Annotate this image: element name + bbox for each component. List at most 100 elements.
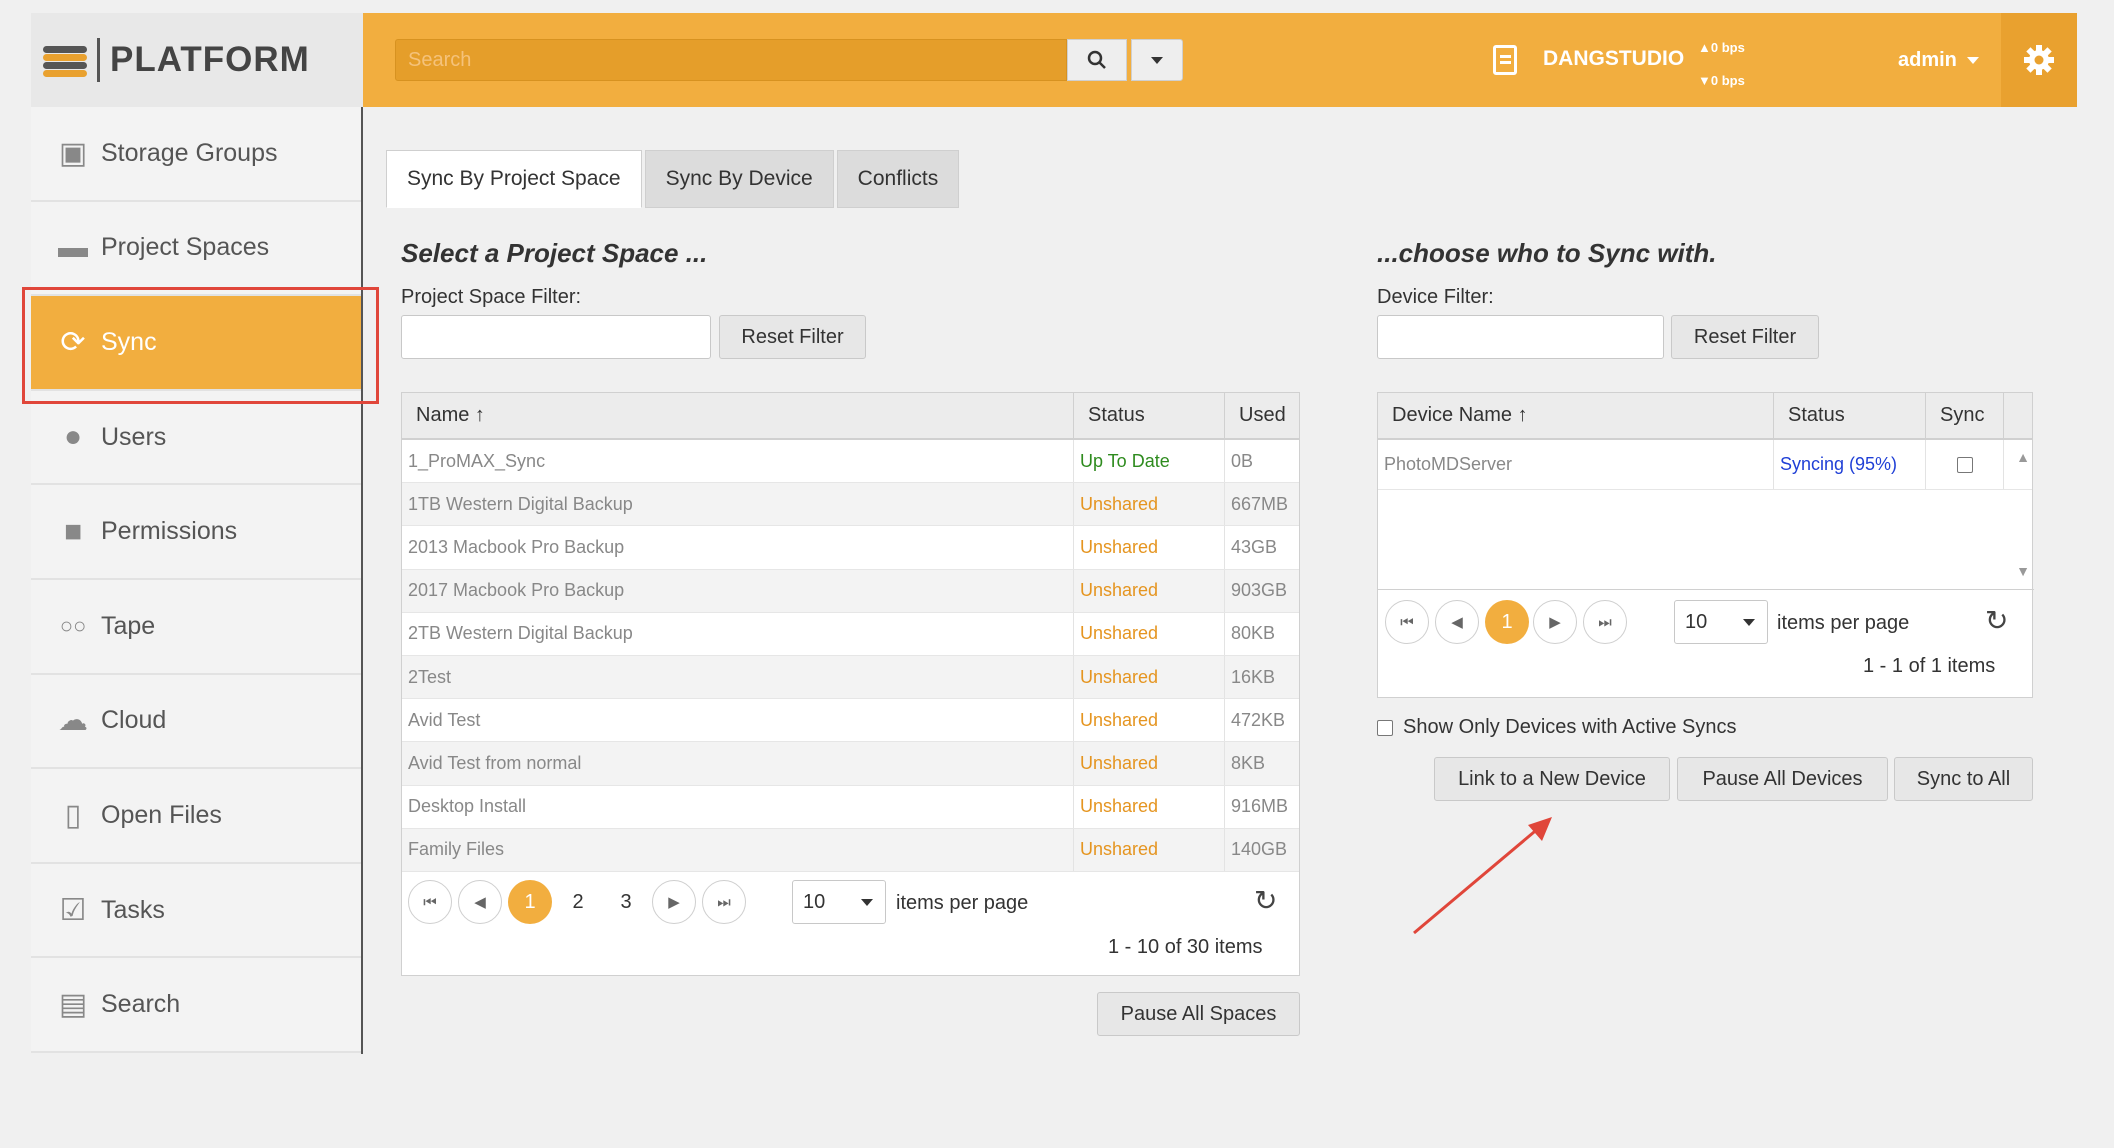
row-used: 43GB — [1231, 536, 1278, 557]
sidebar-item-label: Search — [101, 990, 181, 1019]
row-name: 2Test — [402, 655, 1074, 699]
sidebar-item-cloud[interactable]: ☁ Cloud — [31, 674, 361, 770]
project-space-pager: ⏮ ◀ 1 2 3 ▶ ⏭ — [408, 880, 752, 924]
column-status[interactable]: Status — [1774, 393, 1926, 438]
sidebar-item-label: Tape — [101, 611, 156, 640]
sidebar-item-tape[interactable]: ○○ Tape — [31, 579, 361, 675]
table-row[interactable]: PhotoMDServer Syncing (95%) — [1378, 440, 2032, 490]
tape-icon: ○○ — [59, 613, 87, 639]
sidebar-item-tasks[interactable]: ☑ Tasks — [31, 863, 361, 959]
sidebar: ▣ Storage Groups ▬ Project Spaces ⟳ Sync ● U… — [31, 107, 363, 1054]
settings-button[interactable] — [2001, 13, 2077, 107]
project-space-filter-input[interactable] — [401, 315, 711, 359]
refresh-icon[interactable]: ↻ — [1254, 884, 1277, 917]
search-options-button[interactable] — [1131, 39, 1183, 81]
table-row[interactable]: 2017 Macbook Pro Backup Unshared 903GB — [402, 569, 1299, 613]
sidebar-item-storage-groups[interactable]: ▣ Storage Groups — [31, 107, 361, 202]
page-1-button[interactable]: 1 — [508, 880, 552, 924]
first-page-button[interactable]: ⏮ — [408, 880, 452, 924]
link-new-device-button[interactable]: Link to a New Device — [1434, 757, 1670, 801]
column-sync[interactable]: Sync — [1926, 393, 2004, 438]
row-name: 2013 Macbook Pro Backup — [402, 526, 1074, 569]
tab-sync-by-device[interactable]: Sync By Device — [644, 150, 834, 208]
row-status: Syncing (95%) — [1774, 440, 1926, 489]
sync-to-all-button[interactable]: Sync to All — [1894, 757, 2033, 801]
table-row[interactable]: Family Files Unshared 140GB — [402, 828, 1299, 872]
column-used[interactable]: Used — [1225, 393, 1299, 438]
search-input[interactable]: Search — [395, 39, 1067, 81]
column-name[interactable]: Name ↑ — [402, 393, 1074, 438]
scroll-up-icon[interactable]: ▲ — [2016, 449, 2030, 465]
brand-logo: PLATFORM — [31, 13, 363, 107]
table-row[interactable]: Avid Test from normal Unshared 8KB — [402, 742, 1299, 786]
row-used: 8KB — [1231, 752, 1266, 773]
chevron-down-icon — [861, 899, 873, 906]
table-row[interactable]: Avid Test Unshared 472KB — [402, 699, 1299, 743]
storage-icon: ▣ — [58, 136, 88, 170]
row-sync-cell — [1926, 440, 2004, 489]
user-menu[interactable]: admin — [1898, 49, 1979, 72]
pause-all-devices-button[interactable]: Pause All Devices — [1677, 757, 1888, 801]
prev-page-button[interactable]: ◀ — [458, 880, 502, 924]
project-space-page-size-select[interactable]: 10 — [792, 880, 886, 924]
tab-sync-by-project-space[interactable]: Sync By Project Space — [386, 150, 642, 208]
page-size-value: 10 — [1685, 610, 1708, 633]
table-row[interactable]: 1_ProMAX_Sync Up To Date 0B — [402, 440, 1299, 484]
row-name: 2TB Western Digital Backup — [402, 612, 1074, 655]
row-used: 916MB — [1231, 796, 1289, 817]
device-reset-filter-button[interactable]: Reset Filter — [1671, 315, 1819, 359]
device-table: Device Name ↑ Status Sync PhotoMDServer … — [1377, 392, 2034, 698]
refresh-icon[interactable]: ↻ — [1985, 604, 2008, 637]
pause-all-spaces-button[interactable]: Pause All Spaces — [1097, 992, 1300, 1036]
file-icon: ▯ — [64, 798, 82, 832]
row-status: Unshared — [1074, 483, 1225, 526]
chevron-down-icon — [1151, 56, 1163, 64]
sidebar-item-project-spaces[interactable]: ▬ Project Spaces — [31, 201, 361, 297]
device-page-size-select[interactable]: 10 — [1674, 600, 1768, 644]
page-1-button[interactable]: 1 — [1485, 600, 1529, 644]
studio-name: DANGSTUDIO — [1543, 47, 1685, 70]
prev-page-button[interactable]: ◀ — [1435, 600, 1479, 644]
pointer-arrow-annotation — [1413, 817, 1552, 935]
sync-checkbox[interactable] — [1956, 456, 1973, 473]
user-name: admin — [1898, 49, 1957, 71]
project-space-reset-filter-button[interactable]: Reset Filter — [719, 315, 866, 359]
cloud-icon: ☁ — [58, 704, 88, 738]
table-row[interactable]: 2013 Macbook Pro Backup Unshared 43GB — [402, 526, 1299, 570]
column-device-name[interactable]: Device Name ↑ — [1378, 393, 1774, 438]
search-button[interactable] — [1067, 39, 1127, 81]
logo-icon — [41, 42, 89, 78]
row-status: Unshared — [1074, 569, 1225, 612]
sidebar-item-label: Users — [101, 422, 167, 451]
sidebar-item-label: Cloud — [101, 706, 167, 735]
page-2-button[interactable]: 2 — [556, 880, 600, 924]
scroll-down-icon[interactable]: ▼ — [2016, 563, 2030, 579]
lock-icon: ■ — [63, 514, 83, 548]
page-3-button[interactable]: 3 — [604, 880, 648, 924]
device-filter-input[interactable] — [1377, 315, 1664, 359]
row-status: Unshared — [1074, 828, 1225, 871]
sidebar-item-open-files[interactable]: ▯ Open Files — [31, 769, 361, 864]
table-row[interactable]: 1TB Western Digital Backup Unshared 667MB — [402, 483, 1299, 527]
show-active-syncs-checkbox[interactable] — [1377, 720, 1393, 736]
row-name: Avid Test from normal — [402, 742, 1074, 785]
last-page-button[interactable]: ⏭ — [1583, 600, 1627, 644]
sidebar-item-users[interactable]: ● Users — [31, 390, 361, 486]
first-page-button[interactable]: ⏮ — [1385, 600, 1429, 644]
last-page-button[interactable]: ⏭ — [702, 880, 746, 924]
pager-summary: 1 - 1 of 1 items — [1863, 655, 1996, 677]
row-used: 0B — [1231, 450, 1254, 471]
table-row[interactable]: 2Test Unshared 16KB — [402, 655, 1299, 700]
pager-divider — [1378, 589, 2034, 590]
tab-conflicts[interactable]: Conflicts — [836, 150, 960, 208]
next-page-button[interactable]: ▶ — [1533, 600, 1577, 644]
sidebar-item-permissions[interactable]: ■ Permissions — [31, 485, 361, 580]
column-status[interactable]: Status — [1074, 393, 1225, 438]
sidebar-item-search[interactable]: ▤ Search — [31, 958, 361, 1053]
table-row[interactable]: Desktop Install Unshared 916MB — [402, 785, 1299, 829]
row-name: Desktop Install — [402, 785, 1074, 828]
server-icon — [1493, 45, 1517, 75]
table-row[interactable]: 2TB Western Digital Backup Unshared 80KB — [402, 612, 1299, 656]
next-page-button[interactable]: ▶ — [652, 880, 696, 924]
sync-highlight-annotation — [22, 287, 379, 404]
